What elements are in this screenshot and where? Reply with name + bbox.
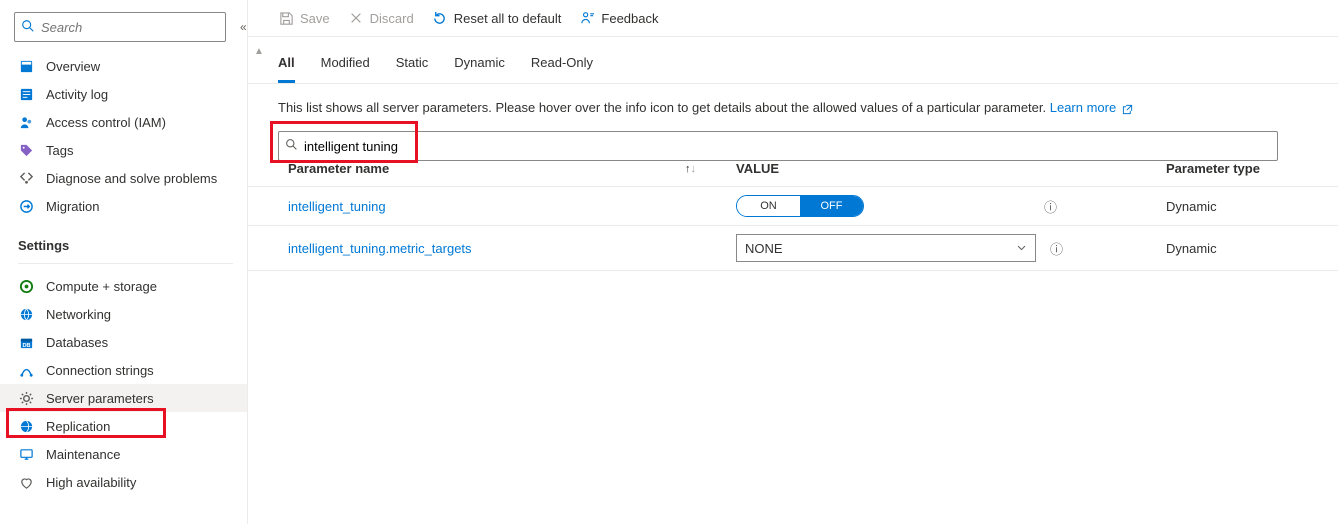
tab-modified[interactable]: Modified bbox=[321, 55, 370, 83]
description: This list shows all server parameters. P… bbox=[248, 84, 1338, 131]
discard-icon bbox=[348, 10, 364, 26]
select-intelligent_tuning.metric_targets[interactable]: NONE bbox=[736, 234, 1036, 262]
sidebar-item-server-parameters[interactable]: Server parameters bbox=[0, 384, 247, 412]
feedback-icon bbox=[579, 10, 595, 26]
reset-icon bbox=[432, 10, 448, 26]
maintenance-icon bbox=[18, 446, 34, 462]
networking-icon bbox=[18, 306, 34, 322]
table-header: Parameter name ↑↓ VALUE Parameter type bbox=[248, 161, 1338, 187]
feedback-button[interactable]: Feedback bbox=[579, 10, 658, 26]
search-icon bbox=[285, 138, 298, 154]
reset-button[interactable]: Reset all to default bbox=[432, 10, 562, 26]
main-content: Save Discard Reset all to default Feedba… bbox=[248, 0, 1338, 524]
sidebar-item-maintenance[interactable]: Maintenance bbox=[0, 440, 247, 468]
parameter-link[interactable]: intelligent_tuning bbox=[288, 199, 386, 214]
table-row: intelligent_tuning ONOFF ⓘ Dynamic bbox=[248, 187, 1338, 226]
compute-icon bbox=[18, 278, 34, 294]
discard-button[interactable]: Discard bbox=[348, 10, 414, 26]
ha-icon bbox=[18, 474, 34, 490]
parameter-link[interactable]: intelligent_tuning.metric_targets bbox=[288, 241, 472, 256]
activity-log-icon bbox=[18, 86, 34, 102]
search-icon bbox=[21, 19, 35, 36]
sort-icon: ↑↓ bbox=[685, 163, 696, 175]
replication-icon bbox=[18, 418, 34, 434]
migration-icon bbox=[18, 198, 34, 214]
sidebar-item-label: High availability bbox=[46, 475, 136, 490]
sidebar-item-tags[interactable]: Tags bbox=[0, 136, 247, 164]
sidebar-item-label: Access control (IAM) bbox=[46, 115, 166, 130]
toolbar: Save Discard Reset all to default Feedba… bbox=[248, 0, 1338, 37]
save-label: Save bbox=[300, 11, 330, 26]
table-row: intelligent_tuning.metric_targets NONE ⓘ Dy… bbox=[248, 226, 1338, 271]
sidebar-item-overview[interactable]: Overview bbox=[0, 52, 247, 80]
sidebar-item-high-availability[interactable]: High availability bbox=[0, 468, 247, 496]
sidebar-item-migration[interactable]: Migration bbox=[0, 192, 247, 220]
description-text: This list shows all server parameters. P… bbox=[278, 100, 1050, 115]
reset-label: Reset all to default bbox=[454, 11, 562, 26]
sidebar-item-activity-log[interactable]: Activity log bbox=[0, 80, 247, 108]
toggle-on[interactable]: ON bbox=[737, 196, 800, 216]
feedback-label: Feedback bbox=[601, 11, 658, 26]
sidebar-item-label: Replication bbox=[46, 419, 110, 434]
sidebar-item-label: Server parameters bbox=[46, 391, 154, 406]
sidebar-item-label: Connection strings bbox=[46, 363, 154, 378]
server-params-icon bbox=[18, 390, 34, 406]
discard-label: Discard bbox=[370, 11, 414, 26]
save-button[interactable]: Save bbox=[278, 10, 330, 26]
toggle-intelligent_tuning[interactable]: ONOFF bbox=[736, 195, 864, 217]
svg-text:DB: DB bbox=[22, 343, 30, 349]
sidebar-item-label: Compute + storage bbox=[46, 279, 157, 294]
tab-all[interactable]: All bbox=[278, 55, 295, 83]
tab-static[interactable]: Static bbox=[396, 55, 429, 83]
sidebar-item-label: Networking bbox=[46, 307, 111, 322]
overview-icon bbox=[18, 58, 34, 74]
chevron-down-icon bbox=[1016, 241, 1027, 256]
col-parameter-name[interactable]: Parameter name ↑↓ bbox=[288, 161, 736, 176]
sidebar-item-databases[interactable]: DB Databases bbox=[0, 328, 247, 356]
tabs: All Modified Static Dynamic Read-Only bbox=[248, 37, 1338, 84]
settings-header: Settings bbox=[0, 224, 247, 259]
parameter-type: Dynamic bbox=[1166, 199, 1338, 214]
info-icon[interactable]: ⓘ bbox=[1044, 197, 1057, 216]
tags-icon bbox=[18, 142, 34, 158]
save-icon bbox=[278, 10, 294, 26]
sidebar-search[interactable] bbox=[14, 12, 226, 42]
sidebar-item-label: Migration bbox=[46, 199, 99, 214]
sidebar-item-label: Databases bbox=[46, 335, 108, 350]
connection-icon bbox=[18, 362, 34, 378]
parameter-filter[interactable] bbox=[278, 131, 1278, 161]
col-parameter-type: Parameter type bbox=[1166, 161, 1338, 176]
sidebar-item-replication[interactable]: Replication bbox=[0, 412, 247, 440]
tab-read-only[interactable]: Read-Only bbox=[531, 55, 593, 83]
tab-dynamic[interactable]: Dynamic bbox=[454, 55, 505, 83]
sidebar-item-label: Activity log bbox=[46, 87, 108, 102]
parameter-type: Dynamic bbox=[1166, 241, 1338, 256]
sidebar-item-connection-strings[interactable]: Connection strings bbox=[0, 356, 247, 384]
sidebar-item-label: Diagnose and solve problems bbox=[46, 171, 217, 186]
sidebar-search-input[interactable] bbox=[35, 20, 219, 35]
learn-more-link[interactable]: Learn more bbox=[1050, 100, 1133, 115]
external-link-icon bbox=[1122, 103, 1133, 115]
databases-icon: DB bbox=[18, 334, 34, 350]
info-icon[interactable]: ⓘ bbox=[1050, 239, 1063, 258]
sidebar-item-label: Overview bbox=[46, 59, 100, 74]
sidebar-item-label: Tags bbox=[46, 143, 73, 158]
sidebar-item-access-control-iam-[interactable]: Access control (IAM) bbox=[0, 108, 247, 136]
sidebar-item-diagnose-and-solve-problems[interactable]: Diagnose and solve problems bbox=[0, 164, 247, 192]
divider bbox=[18, 263, 233, 264]
iam-icon bbox=[18, 114, 34, 130]
sidebar-item-label: Maintenance bbox=[46, 447, 120, 462]
sidebar: « OverviewActivity logAccess control (IA… bbox=[0, 0, 248, 524]
sidebar-item-networking[interactable]: Networking bbox=[0, 300, 247, 328]
parameter-filter-input[interactable] bbox=[298, 139, 1271, 154]
toggle-off[interactable]: OFF bbox=[800, 196, 863, 216]
sidebar-item-compute-storage[interactable]: Compute + storage bbox=[0, 272, 247, 300]
diagnose-icon bbox=[18, 170, 34, 186]
select-value: NONE bbox=[745, 241, 783, 256]
col-value: VALUE bbox=[736, 161, 1166, 176]
